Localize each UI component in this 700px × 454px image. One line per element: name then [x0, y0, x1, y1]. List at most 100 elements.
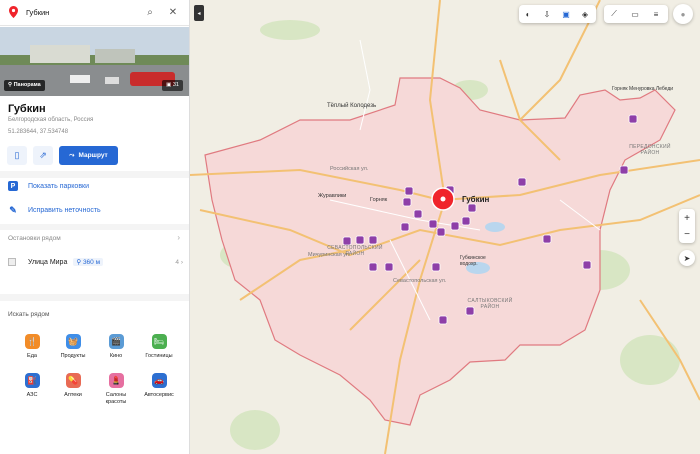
transport-icon[interactable]: ▣: [559, 7, 573, 21]
stop-distance-value: 360 м: [82, 259, 101, 266]
place-coordinates[interactable]: 51.283644, 37.534748: [8, 129, 68, 135]
share-button[interactable]: ⇗: [33, 146, 53, 165]
print-icon[interactable]: ▭: [628, 7, 642, 21]
map-tools-toolbar: ⟋ ▭ ≡: [604, 5, 668, 23]
photo-count-value: 31: [172, 82, 179, 88]
chevron-right-icon[interactable]: ›: [177, 233, 180, 242]
poi-marker[interactable]: [431, 262, 441, 272]
category-label: Гостиницы: [145, 353, 173, 359]
route-label: Маршрут: [78, 152, 108, 159]
poi-marker[interactable]: [467, 203, 477, 213]
district-label-sevastopol: СЕВАСТОПОЛЬСКИЙ РАЙОН: [327, 245, 383, 257]
poi-marker[interactable]: [438, 315, 448, 325]
basket-icon: 🧺: [65, 334, 81, 349]
parking-layer-icon[interactable]: ⇩: [540, 7, 554, 21]
map-label-reservoir: Губкинское водохр.: [460, 255, 486, 267]
traffic-icon[interactable]: ◐: [521, 7, 535, 21]
poi-marker[interactable]: [400, 222, 410, 232]
report-error-label: Исправить неточность: [28, 206, 101, 214]
poi-marker[interactable]: [384, 262, 394, 272]
poi-marker[interactable]: [368, 235, 378, 245]
camera-icon: ▣: [166, 82, 173, 88]
navigation-arrow-icon: ➤: [683, 253, 691, 263]
district-label-peredon: ПЕРЕДОНСКИЙ РАЙОН: [629, 144, 671, 156]
geolocation-button[interactable]: ➤: [679, 250, 695, 266]
close-icon[interactable]: ✕: [167, 6, 179, 18]
lips-icon: 💄: [108, 373, 124, 388]
poi-marker[interactable]: [368, 262, 378, 272]
map-pin-icon: [9, 6, 18, 18]
poi-marker[interactable]: [428, 219, 438, 229]
stop-count-value: 4: [175, 258, 180, 266]
poi-marker[interactable]: [404, 186, 414, 196]
poi-marker[interactable]: [450, 221, 460, 231]
bed-icon: 🛏: [151, 334, 167, 349]
user-avatar[interactable]: ●: [673, 4, 693, 24]
collapse-panel-button[interactable]: ◂: [194, 5, 204, 21]
category-lips[interactable]: 💄 Салоны красоты: [96, 373, 136, 406]
category-bed[interactable]: 🛏 Гостиницы: [139, 334, 179, 360]
app: Губкин Тёплый Колодезь Журавлики Горняк …: [0, 0, 700, 454]
chevron-left-icon: ◂: [197, 10, 201, 17]
bookmark-button[interactable]: ▯: [7, 146, 27, 165]
poi-marker[interactable]: [582, 260, 592, 270]
route-icon: ⤳: [69, 151, 75, 159]
category-basket[interactable]: 🧺 Продукты: [53, 334, 93, 360]
car-icon: 🚗: [151, 373, 167, 388]
map-layers-toolbar: ◐ ⇩ ▣ ◈: [519, 5, 596, 23]
stop-name: Улица Мира: [28, 258, 68, 266]
poi-marker[interactable]: [517, 177, 527, 187]
stop-distance: ⚲ 360 м: [73, 258, 104, 266]
category-label: Салоны красоты: [105, 392, 127, 405]
parking-icon: P: [8, 181, 18, 191]
stops-header: Остановки рядом: [8, 235, 61, 242]
map-city-label: Губкин: [462, 195, 490, 204]
photo-count[interactable]: ▣ 31: [162, 80, 183, 91]
poi-marker[interactable]: [342, 236, 352, 246]
bus-stop-icon: [8, 258, 16, 266]
category-label: Автосервис: [144, 392, 174, 398]
category-fuel[interactable]: ⛽ АЗС: [12, 373, 52, 399]
poi-marker[interactable]: [355, 235, 365, 245]
pencil-icon: ✎: [9, 204, 17, 215]
poi-marker[interactable]: [402, 197, 412, 207]
category-film[interactable]: 🎬 Кино: [96, 334, 136, 360]
poi-marker[interactable]: [542, 234, 552, 244]
stop-row[interactable]: Улица Мира ⚲ 360 м 4 ›: [8, 256, 183, 268]
route-button[interactable]: ⤳ Маршрут: [59, 146, 118, 165]
category-fork-knife[interactable]: 🍴 Еда: [12, 334, 52, 360]
panorama-button[interactable]: ⚲ Панорама: [4, 80, 45, 91]
show-parking-link[interactable]: P Показать парковки: [8, 180, 89, 192]
category-pill[interactable]: 💊 Аптеки: [53, 373, 93, 399]
poi-marker[interactable]: [461, 216, 471, 226]
layers-icon[interactable]: ◈: [578, 7, 592, 21]
search-icon[interactable]: ⌕: [144, 6, 156, 18]
poi-marker[interactable]: [436, 227, 446, 237]
poi-marker[interactable]: [619, 165, 629, 175]
poi-marker[interactable]: [413, 209, 423, 219]
place-title: Губкин: [8, 103, 46, 115]
divider: [0, 294, 189, 301]
report-error-link[interactable]: ✎ Исправить неточность: [8, 204, 101, 216]
location-marker[interactable]: [431, 187, 455, 211]
category-car[interactable]: 🚗 Автосервис: [139, 373, 179, 399]
search-input[interactable]: [26, 5, 136, 20]
stop-count: 4 ›: [175, 258, 183, 266]
poi-marker[interactable]: [628, 114, 638, 124]
ruler-icon[interactable]: ⟋: [607, 7, 621, 21]
place-region: Белгородская область, Россия: [8, 117, 94, 123]
zoom-control: + −: [679, 209, 695, 243]
share-icon: ⇗: [39, 150, 47, 160]
film-icon: 🎬: [108, 334, 124, 349]
divider: [0, 171, 189, 178]
category-label: Кино: [109, 353, 123, 359]
map-label-street-3: Севастопольская ул.: [393, 278, 447, 284]
zoom-out-icon[interactable]: −: [680, 227, 694, 241]
fuel-icon: ⛽: [24, 373, 40, 388]
map-label-zhuravliki: Журавлики: [318, 193, 347, 199]
zoom-in-icon[interactable]: +: [680, 211, 694, 225]
category-label: Еда: [27, 353, 37, 359]
menu-icon[interactable]: ≡: [649, 7, 663, 21]
nearby-header: Искать рядом: [8, 311, 50, 318]
walk-icon: ⚲: [76, 259, 83, 266]
